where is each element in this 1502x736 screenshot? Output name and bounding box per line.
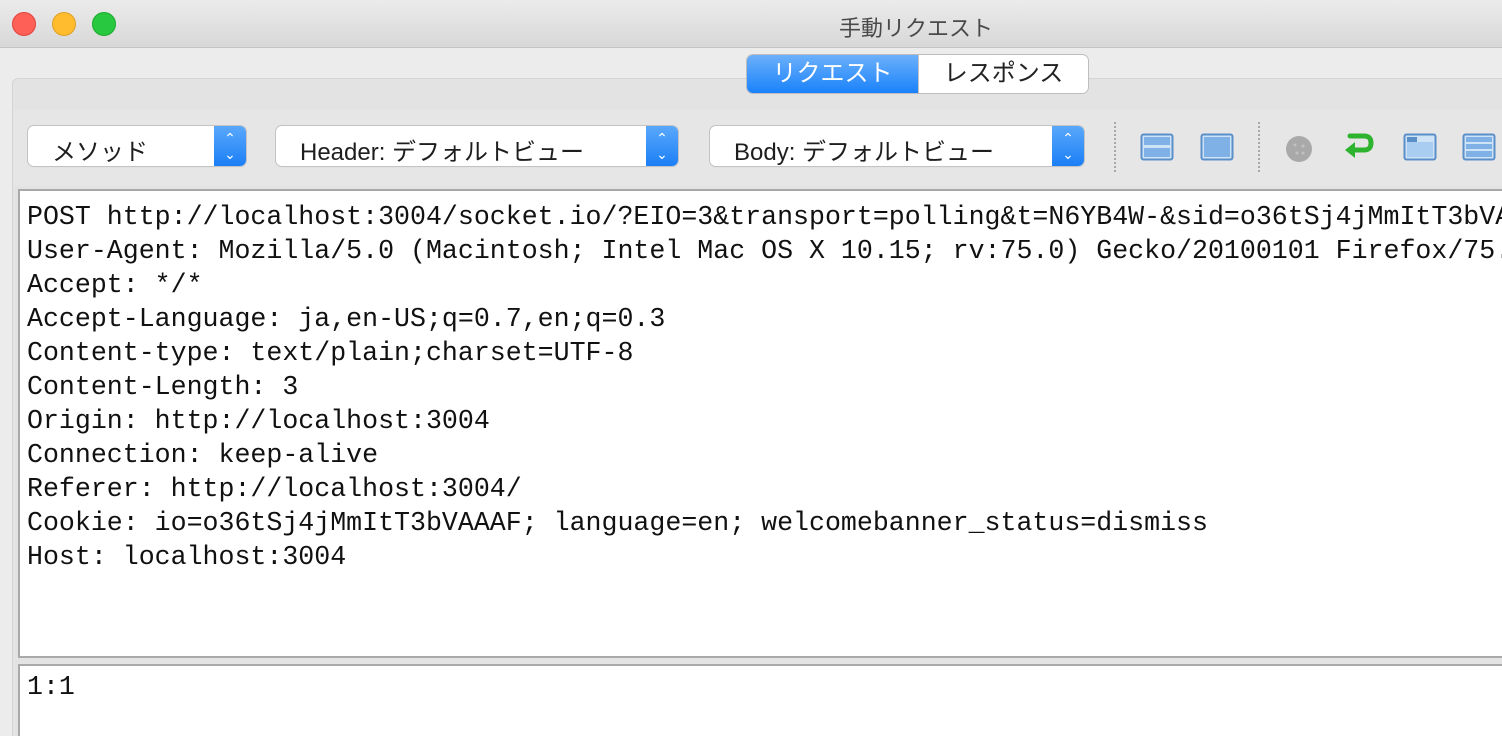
send-button[interactable] [1342,132,1376,164]
toolbar-separator [1114,122,1116,172]
method-select-stepper-icon: ⌃ ⌄ [214,126,246,166]
body-view-select[interactable]: Body: デフォルトビュー ⌃ ⌄ [710,126,1084,166]
side-by-side-icon [1462,133,1496,161]
header-line: Content-Length: 3 [27,372,299,402]
side-by-side-button[interactable] [1462,132,1496,164]
tab-view-icon [1403,133,1437,161]
header-view-select[interactable]: Header: デフォルトビュー ⌃ ⌄ [276,126,678,166]
header-line: Accept: */* [27,270,203,300]
body-view-select-stepper-icon: ⌃ ⌄ [1052,126,1084,166]
header-line: Connection: keep-alive [27,440,379,470]
tab-response[interactable]: レスポンス [918,55,1088,93]
tab-view-button[interactable] [1403,132,1437,164]
record-disabled-icon [1286,136,1312,162]
split-horizontal-button[interactable] [1140,132,1174,164]
header-line: Referer: http://localhost:3004/ [27,474,522,504]
header-line: Cookie: io=o36tSj4jMmItT3bVAAAF; languag… [27,508,1208,538]
body-view-select-label: Body: デフォルトビュー [734,139,995,166]
header-line: Content-type: text/plain;charset=UTF-8 [27,338,634,368]
request-line: POST http://localhost:3004/socket.io/?EI… [27,202,1502,232]
method-select[interactable]: メソッド ⌃ ⌄ [28,126,246,166]
window-title: 手動リクエスト [838,16,993,41]
header-line: Host: localhost:3004 [27,542,347,572]
toolbar-separator [1258,122,1260,172]
header-line: User-Agent: Mozilla/5.0 (Macintosh; Inte… [27,236,1502,266]
toolbar: メソッド ⌃ ⌄ Header: デフォルトビュー ⌃ ⌄ Body: デフォルトビ… [14,110,1502,186]
split-horizontal-icon [1140,133,1174,161]
header-view-select-stepper-icon: ⌃ ⌄ [646,126,678,166]
title-bar: 手動リクエスト [0,0,1502,48]
request-editor[interactable]: POST http://localhost:3004/socket.io/?EI… [18,189,1502,658]
header-line: Origin: http://localhost:3004 [27,406,490,436]
header-view-select-label: Header: デフォルトビュー [300,139,585,166]
method-select-label: メソッド [52,139,148,166]
manual-request-window: 手動リクエスト リクエスト レスポンス メソッド ⌃ ⌄ Header: デフォル… [0,0,1502,736]
single-pane-button[interactable] [1200,132,1234,164]
cursor-position: 1:1 [27,672,75,702]
record-button[interactable] [1282,132,1316,164]
send-icon [1345,133,1374,158]
tab-request[interactable]: リクエスト [747,55,918,93]
single-pane-icon [1200,133,1234,161]
header-line: Accept-Language: ja,en-US;q=0.7,en;q=0.3 [27,304,666,334]
status-bar: 1:1 [18,664,1502,736]
request-response-tabs: リクエスト レスポンス [747,55,1088,93]
